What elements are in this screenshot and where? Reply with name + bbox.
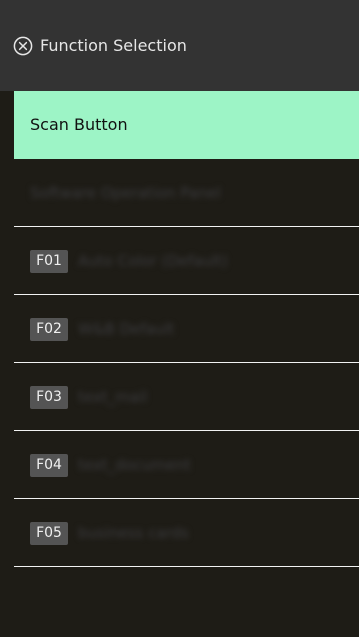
function-item-f01[interactable]: F01 Auto Color (Default)	[14, 227, 359, 295]
function-item-label: business cards	[78, 524, 189, 542]
scan-button-item[interactable]: Scan Button	[14, 91, 359, 159]
close-button[interactable]	[13, 36, 33, 56]
function-item-label: text_document	[78, 456, 191, 474]
function-item-f03[interactable]: F03 text_mail	[14, 363, 359, 431]
software-operation-panel-item[interactable]: Software Operation Panel	[14, 159, 359, 227]
function-item-label: Auto Color (Default)	[78, 252, 229, 270]
software-operation-panel-label: Software Operation Panel	[30, 184, 221, 202]
header: Function Selection	[0, 0, 359, 91]
function-key-badge: F04	[30, 454, 68, 477]
function-item-f05[interactable]: F05 business cards	[14, 499, 359, 567]
function-item-f04[interactable]: F04 text_document	[14, 431, 359, 499]
function-selection-panel: Function Selection Scan Button Software …	[0, 0, 359, 637]
function-item-label: text_mail	[78, 388, 148, 406]
function-key-badge: F05	[30, 522, 68, 545]
scan-button-label: Scan Button	[30, 115, 128, 134]
function-key-badge: F03	[30, 386, 68, 409]
function-key-badge: F01	[30, 250, 68, 273]
function-key-badge: F02	[30, 318, 68, 341]
function-item-label: W&B Default	[78, 320, 175, 338]
function-item-f02[interactable]: F02 W&B Default	[14, 295, 359, 363]
function-list: Scan Button Software Operation Panel F01…	[14, 91, 359, 567]
header-title: Function Selection	[40, 36, 187, 55]
circle-x-icon	[13, 36, 33, 56]
